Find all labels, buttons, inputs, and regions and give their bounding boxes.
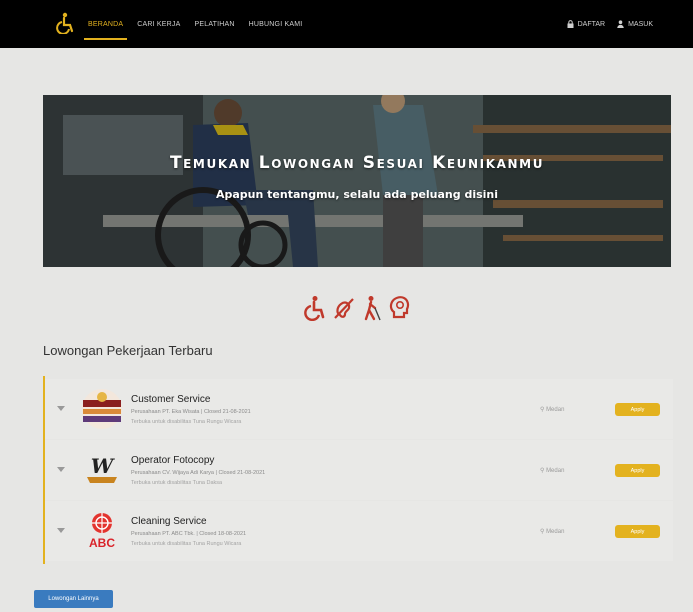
job-row[interactable]: Customer Service Perusahaan PT. Eka Wisa…: [45, 379, 673, 439]
chevron-down-icon[interactable]: [57, 465, 65, 473]
disability-icons: [304, 295, 412, 321]
job-title[interactable]: Operator Fotocopy: [131, 455, 214, 466]
hero-subtitle: Apapun tentangmu, selalu ada peluang dis…: [215, 188, 499, 201]
job-row[interactable]: W Operator Fotocopy Perusahaan CV. Wijay…: [45, 440, 673, 500]
register-link[interactable]: DAFTAR: [567, 20, 605, 28]
more-jobs-button[interactable]: Lowongan Lainnya: [34, 590, 113, 608]
apply-button[interactable]: Apply: [615, 464, 660, 477]
company-logo: ABC: [89, 513, 115, 550]
section-title: Lowongan Pekerjaan Terbaru: [43, 343, 213, 358]
apply-button[interactable]: Apply: [615, 403, 660, 416]
lock-icon: [567, 20, 574, 28]
login-link[interactable]: MASUK: [617, 20, 653, 28]
company-logo: [82, 389, 122, 429]
job-title[interactable]: Cleaning Service: [131, 516, 207, 527]
apply-button[interactable]: Apply: [615, 525, 660, 538]
wheelchair-icon[interactable]: [56, 12, 76, 34]
nav-link-hubungi-kami[interactable]: HUBUNGI KAMI: [249, 17, 303, 32]
nav-link-cari-kerja[interactable]: CARI KERJA: [137, 17, 180, 32]
nav-link-pelatihan[interactable]: PELATIHAN: [194, 17, 234, 32]
register-label: DAFTAR: [577, 20, 606, 28]
chevron-down-icon[interactable]: [57, 526, 65, 534]
user-icon: [617, 20, 624, 28]
deaf-icon: [334, 298, 354, 319]
wheelchair-icon: [304, 296, 325, 321]
login-label: MASUK: [628, 20, 653, 28]
hero-overlay: [43, 95, 671, 267]
head-cognitive-icon: [389, 296, 410, 319]
job-list: Customer Service Perusahaan PT. Eka Wisa…: [43, 376, 673, 564]
hero-title: Temukan Lowongan Sesuai Keunikanmu: [169, 153, 545, 173]
job-location: ⚲ Medan: [540, 468, 565, 474]
job-note: Terbuka untuk disabilitas Tuna Daksa: [131, 480, 223, 486]
hero-banner: Temukan Lowongan Sesuai Keunikanmu Apapu…: [43, 95, 671, 267]
job-row[interactable]: ABC Cleaning Service Perusahaan PT. ABC …: [45, 501, 673, 561]
nav-link-beranda[interactable]: BERANDA: [83, 17, 128, 40]
chevron-down-icon[interactable]: [57, 404, 65, 412]
job-location: ⚲ Medan: [540, 529, 565, 535]
job-note: Terbuka untuk disabilitas Tuna Rungu Wic…: [131, 541, 242, 547]
nav-links: BERANDA CARI KERJA PELATIHAN HUBUNGI KAM…: [83, 0, 303, 48]
job-company: Perusahaan PT. ABC Tbk. | Closed 18-08-2…: [131, 531, 247, 537]
blind-walking-icon: [364, 296, 381, 321]
job-company: Perusahaan PT. Eka Wisata | Closed 21-08…: [131, 409, 251, 415]
navbar: BERANDA CARI KERJA PELATIHAN HUBUNGI KAM…: [0, 0, 693, 48]
job-note: Terbuka untuk disabilitas Tuna Rungu Wic…: [131, 419, 242, 425]
job-title[interactable]: Customer Service: [131, 394, 210, 405]
company-logo: W: [87, 454, 117, 483]
nav-account: DAFTAR MASUK: [567, 0, 653, 48]
job-company: Perusahaan CV. Wijaya Adi Karya | Closed…: [131, 470, 266, 476]
svg-text:ABC: ABC: [89, 536, 115, 550]
job-location: ⚲ Medan: [540, 407, 565, 413]
svg-text:W: W: [91, 454, 116, 478]
